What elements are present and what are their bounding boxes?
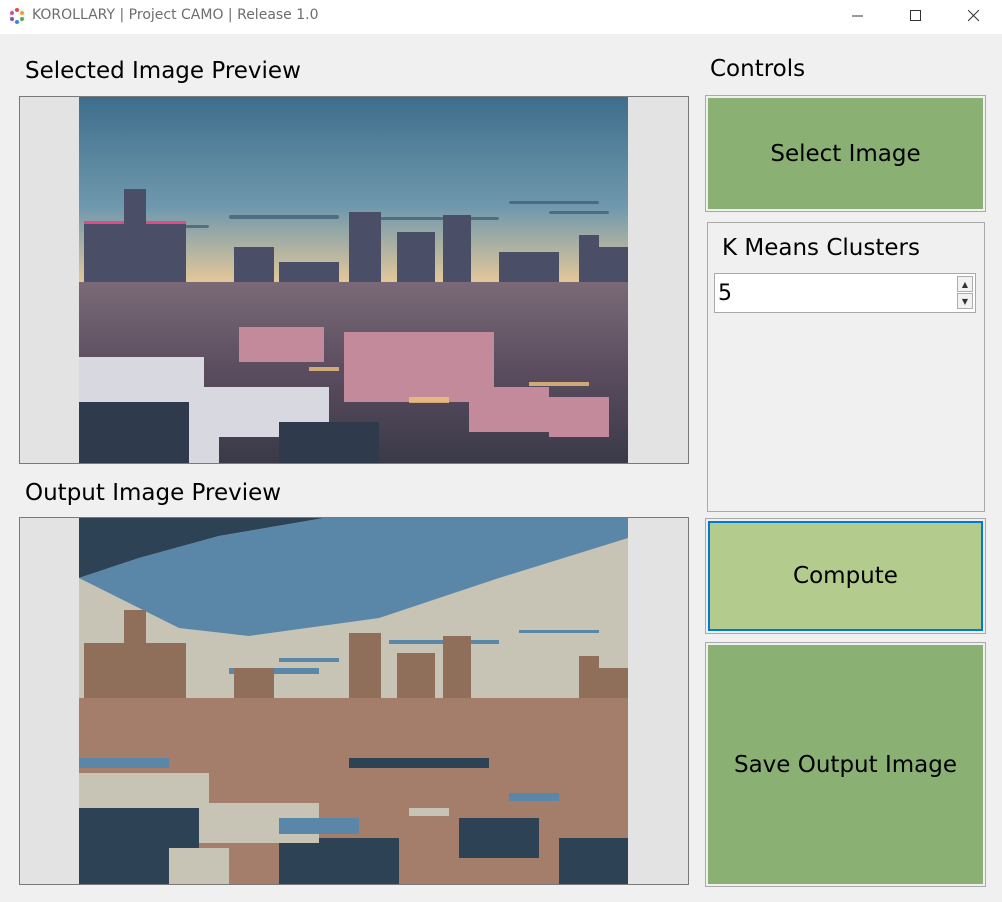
save-output-image-button[interactable]: Save Output Image [705,642,986,887]
selected-image-preview [19,96,689,464]
minimize-button[interactable] [829,0,887,32]
select-image-label: Select Image [708,98,983,209]
selected-image-label: Selected Image Preview [25,58,301,84]
spin-down-icon: ▼ [961,296,969,306]
compute-label: Compute [708,521,983,631]
save-output-image-label: Save Output Image [708,645,983,884]
controls-heading: Controls [710,56,806,82]
spin-up-icon: ▲ [961,279,969,289]
kmeans-group [707,222,985,512]
select-image-button[interactable]: Select Image [705,95,986,212]
output-image-preview [19,517,689,885]
kmeans-clusters-value[interactable]: 5 [718,281,732,306]
spin-down-button[interactable]: ▼ [957,293,973,309]
spin-up-button[interactable]: ▲ [957,276,973,292]
korollary-logo-icon [9,8,25,24]
output-image-label: Output Image Preview [25,480,282,506]
minimize-icon [852,15,863,17]
title-bar: KOROLLARY | Project CAMO | Release 1.0 [0,0,1002,34]
kmeans-clusters-stepper[interactable]: 5 ▲ ▼ [714,273,976,313]
maximize-icon [910,10,921,21]
kmeans-label: K Means Clusters [722,235,920,261]
maximize-button[interactable] [887,0,945,32]
window-title: KOROLLARY | Project CAMO | Release 1.0 [32,7,319,23]
selected-city-image [79,97,628,463]
close-button[interactable] [945,0,1002,32]
close-icon [968,10,980,22]
compute-button[interactable]: Compute [705,518,986,634]
output-clustered-image [79,518,628,884]
